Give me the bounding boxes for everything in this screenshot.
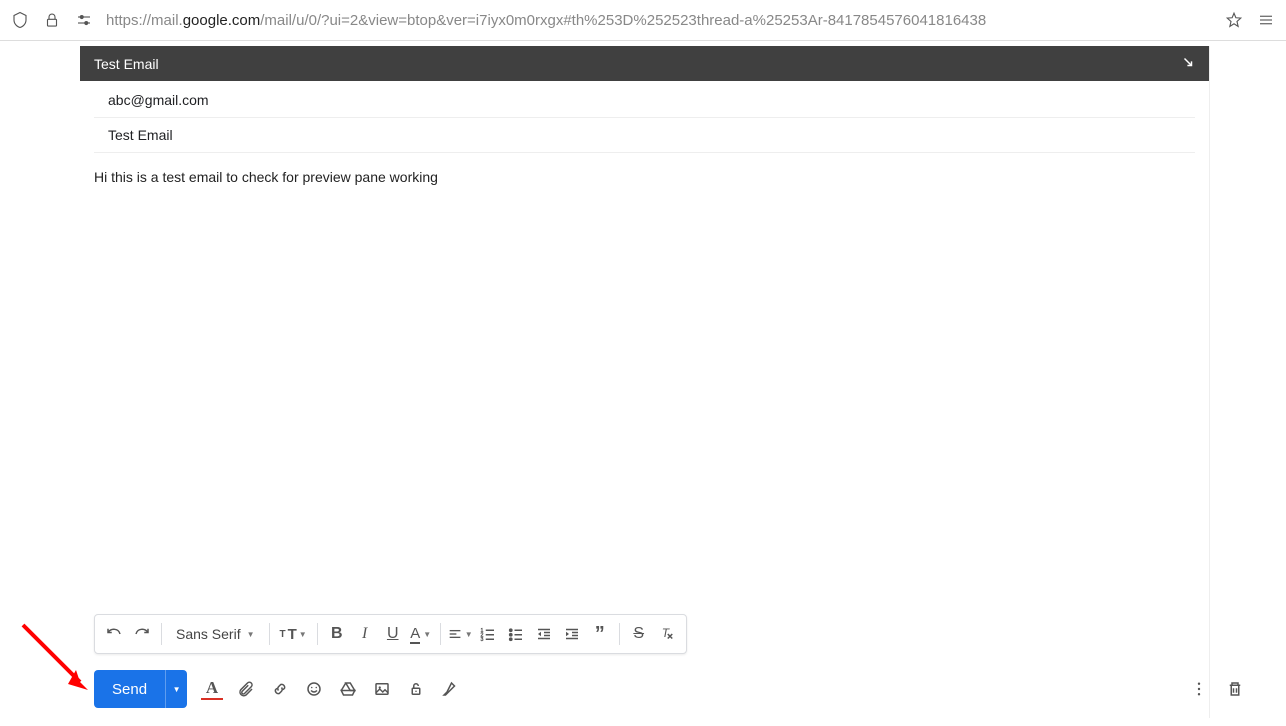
subject-value: Test Email <box>108 127 173 143</box>
remove-formatting-icon[interactable]: T <box>654 620 680 648</box>
compose-right-actions <box>1188 678 1246 700</box>
separator <box>619 623 620 645</box>
font-name: Sans Serif <box>176 626 241 642</box>
hamburger-menu-icon[interactable] <box>1256 10 1276 30</box>
compose-titlebar[interactable]: Test Email <box>80 46 1209 81</box>
compose-inline-tools: A <box>201 678 461 700</box>
caret-down-icon: ▼ <box>173 685 181 694</box>
formatting-letter: A <box>206 678 218 698</box>
popout-resize-icon[interactable] <box>1181 55 1195 72</box>
bold-icon[interactable]: B <box>324 620 350 648</box>
align-icon[interactable]: ▼ <box>447 620 473 648</box>
url-domain: google.com <box>183 12 261 29</box>
attach-file-icon[interactable] <box>235 678 257 700</box>
bulleted-list-icon[interactable] <box>503 620 529 648</box>
shield-icon[interactable] <box>10 10 30 30</box>
strikethrough-icon[interactable]: S <box>626 620 652 648</box>
separator <box>317 623 318 645</box>
indent-less-icon[interactable] <box>531 620 557 648</box>
browser-address-bar: https://mail.google.com/mail/u/0/?ui=2&v… <box>0 0 1286 41</box>
more-options-icon[interactable] <box>1188 678 1210 700</box>
insert-emoji-icon[interactable] <box>303 678 325 700</box>
url-rest: /mail/u/0/?ui=2&view=btop&ver=i7iyx0m0rx… <box>260 12 986 29</box>
insert-photo-icon[interactable] <box>371 678 393 700</box>
formatting-toggle-icon[interactable]: A <box>201 678 223 700</box>
separator <box>440 623 441 645</box>
quote-icon[interactable]: ” <box>587 620 613 648</box>
insert-drive-icon[interactable] <box>337 678 359 700</box>
formatting-toolbar: Sans Serif ▼ TT ▼ B I U A ▼ ▼ 123 ” S T <box>94 614 687 654</box>
separator <box>269 623 270 645</box>
caret-down-icon: ▼ <box>247 630 255 639</box>
compose-body[interactable]: Hi this is a test email to check for pre… <box>80 153 1209 593</box>
url-prefix: https://mail. <box>106 12 183 29</box>
url-text[interactable]: https://mail.google.com/mail/u/0/?ui=2&v… <box>106 12 1212 29</box>
permissions-icon[interactable] <box>74 10 94 30</box>
compose-title-text: Test Email <box>94 56 159 72</box>
bookmark-star-icon[interactable] <box>1224 10 1244 30</box>
redo-icon[interactable] <box>129 620 155 648</box>
caret-down-icon: ▼ <box>299 630 307 639</box>
confidential-mode-icon[interactable] <box>405 678 427 700</box>
subject-field[interactable]: Test Email <box>94 118 1195 153</box>
italic-icon[interactable]: I <box>352 620 378 648</box>
send-button[interactable]: Send ▼ <box>94 670 187 708</box>
discard-draft-icon[interactable] <box>1224 678 1246 700</box>
lock-icon[interactable] <box>42 10 62 30</box>
compose-action-bar: Send ▼ A <box>94 670 1266 708</box>
caret-down-icon: ▼ <box>465 630 473 639</box>
insert-signature-icon[interactable] <box>439 678 461 700</box>
text-color-icon[interactable]: A ▼ <box>408 620 434 648</box>
insert-link-icon[interactable] <box>269 678 291 700</box>
font-size-picker[interactable]: TT ▼ <box>276 626 311 643</box>
underline-icon[interactable]: U <box>380 620 406 648</box>
to-value: abc@gmail.com <box>108 92 209 108</box>
undo-icon[interactable] <box>101 620 127 648</box>
caret-down-icon: ▼ <box>423 630 431 639</box>
body-text: Hi this is a test email to check for pre… <box>94 169 438 185</box>
numbered-list-icon[interactable]: 123 <box>475 620 501 648</box>
to-field[interactable]: abc@gmail.com <box>94 83 1195 118</box>
send-label[interactable]: Send <box>94 670 165 708</box>
separator <box>161 623 162 645</box>
indent-more-icon[interactable] <box>559 620 585 648</box>
send-options-dropdown[interactable]: ▼ <box>165 670 187 708</box>
svg-text:3: 3 <box>480 637 483 643</box>
font-family-picker[interactable]: Sans Serif ▼ <box>168 626 263 642</box>
